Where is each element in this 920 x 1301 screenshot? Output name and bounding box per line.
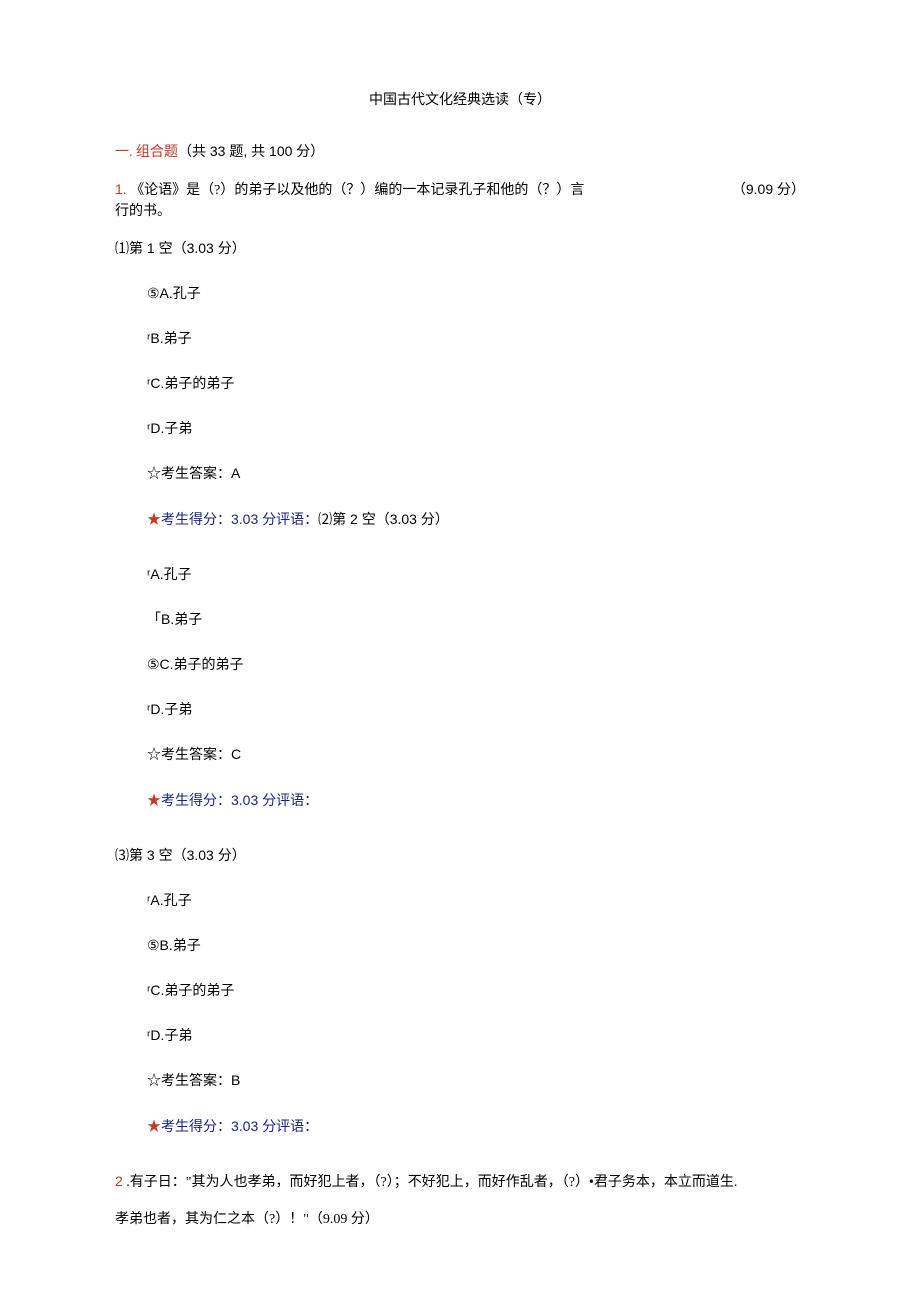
- question-2-text-line2: 孝弟也者，其为仁之本（?）！"（9.09 分）: [115, 1209, 805, 1230]
- score-value: 3.03 分: [231, 511, 276, 527]
- q1-blank1-score: ★考生得分：3.03 分评语：⑵第 2 空（3.03 分）: [147, 509, 805, 530]
- answer-value: B: [231, 1072, 240, 1088]
- answer-value: C: [231, 746, 241, 762]
- score-label: 考生得分：: [161, 1118, 231, 1134]
- q1-blank3-option-c: ʳC.弟子的弟子: [147, 980, 805, 1001]
- score-label: 考生得分：: [161, 511, 231, 527]
- q1-blank3-score: ★考生得分：3.03 分评语：: [147, 1116, 805, 1137]
- q1-blank2-score: ★考生得分：3.03 分评语：: [147, 790, 805, 811]
- question-number: 2: [115, 1173, 123, 1189]
- q1-blank1-answer: ☆考生答案：A: [147, 463, 805, 485]
- star-icon: ★: [147, 792, 161, 808]
- section-prefix: 一. 组合题: [115, 145, 178, 160]
- q1-blank1-option-d: ʳD.子弟: [147, 418, 805, 439]
- question-2: 2 .有子日："其为人也孝弟，而好犯上者，（?）；不好犯上，而好作乱者，（?）•…: [115, 1171, 805, 1193]
- q1-blank2-answer: ☆考生答案：C: [147, 744, 805, 766]
- comment-label: 评语：: [276, 1118, 318, 1134]
- q1-blank2-option-c: ⑤C.弟子的弟子: [147, 654, 805, 675]
- q1-blank3-option-a: ʳA.孔子: [147, 890, 805, 911]
- q1-blank1-option-c: ʳC.弟子的弟子: [147, 373, 805, 394]
- score-value: 3.03 分: [231, 1118, 276, 1134]
- q1-blank1-option-a: ⑤A.孔子: [147, 283, 805, 304]
- question-2-text-line1: .有子日："其为人也孝弟，而好犯上者，（?）；不好犯上，而好作乱者，（?）•君子…: [123, 1175, 738, 1190]
- question-score: （9.09 分）: [732, 181, 805, 197]
- question-number: 1.: [115, 181, 127, 197]
- blank2-header: ⑵第 2 空（3.03 分）: [318, 511, 449, 527]
- question-text-line2: 行的书。: [115, 201, 805, 222]
- q1-blank2-option-d: ʳD.子弟: [147, 699, 805, 720]
- score-label: 考生得分：: [161, 792, 231, 808]
- page-title: 中国古代文化经典选读（专）: [115, 90, 805, 111]
- q1-blank3-answer: ☆考生答案：B: [147, 1070, 805, 1092]
- question-1: 1. 《论语》是（?）的弟子以及他的（？）编的一本记录孔子和他的（？）言 （9.…: [115, 179, 805, 222]
- blank3-header: ⑶第 3 空（3.03 分）: [115, 845, 805, 866]
- q1-blank3-option-d: ʳD.子弟: [147, 1025, 805, 1046]
- section-info: （共 33 题, 共 100 分）: [178, 143, 324, 159]
- answer-label: ☆考生答案：: [147, 467, 231, 482]
- answer-value: A: [231, 465, 240, 481]
- star-icon: ★: [147, 1118, 161, 1134]
- comment-label: 评语：: [276, 792, 318, 808]
- q1-blank2-option-b: 「B.弟子: [147, 609, 805, 630]
- comment-label: 评语：: [276, 511, 318, 527]
- question-text-line1: 《论语》是（?）的弟子以及他的（？）编的一本记录孔子和他的（？）言: [130, 183, 584, 198]
- q1-blank1-option-b: ʳB.弟子: [147, 328, 805, 349]
- q1-blank3-option-b: ⑤B.弟子: [147, 935, 805, 956]
- answer-label: ☆考生答案：: [147, 1074, 231, 1089]
- star-icon: ★: [147, 511, 161, 527]
- answer-label: ☆考生答案：: [147, 748, 231, 763]
- q1-blank2-option-a: ʳA.孔子: [147, 564, 805, 585]
- section-header: 一. 组合题（共 33 题, 共 100 分）: [115, 141, 805, 163]
- blank1-header: ⑴第 1 空（3.03 分）: [115, 238, 805, 259]
- score-value: 3.03 分: [231, 792, 276, 808]
